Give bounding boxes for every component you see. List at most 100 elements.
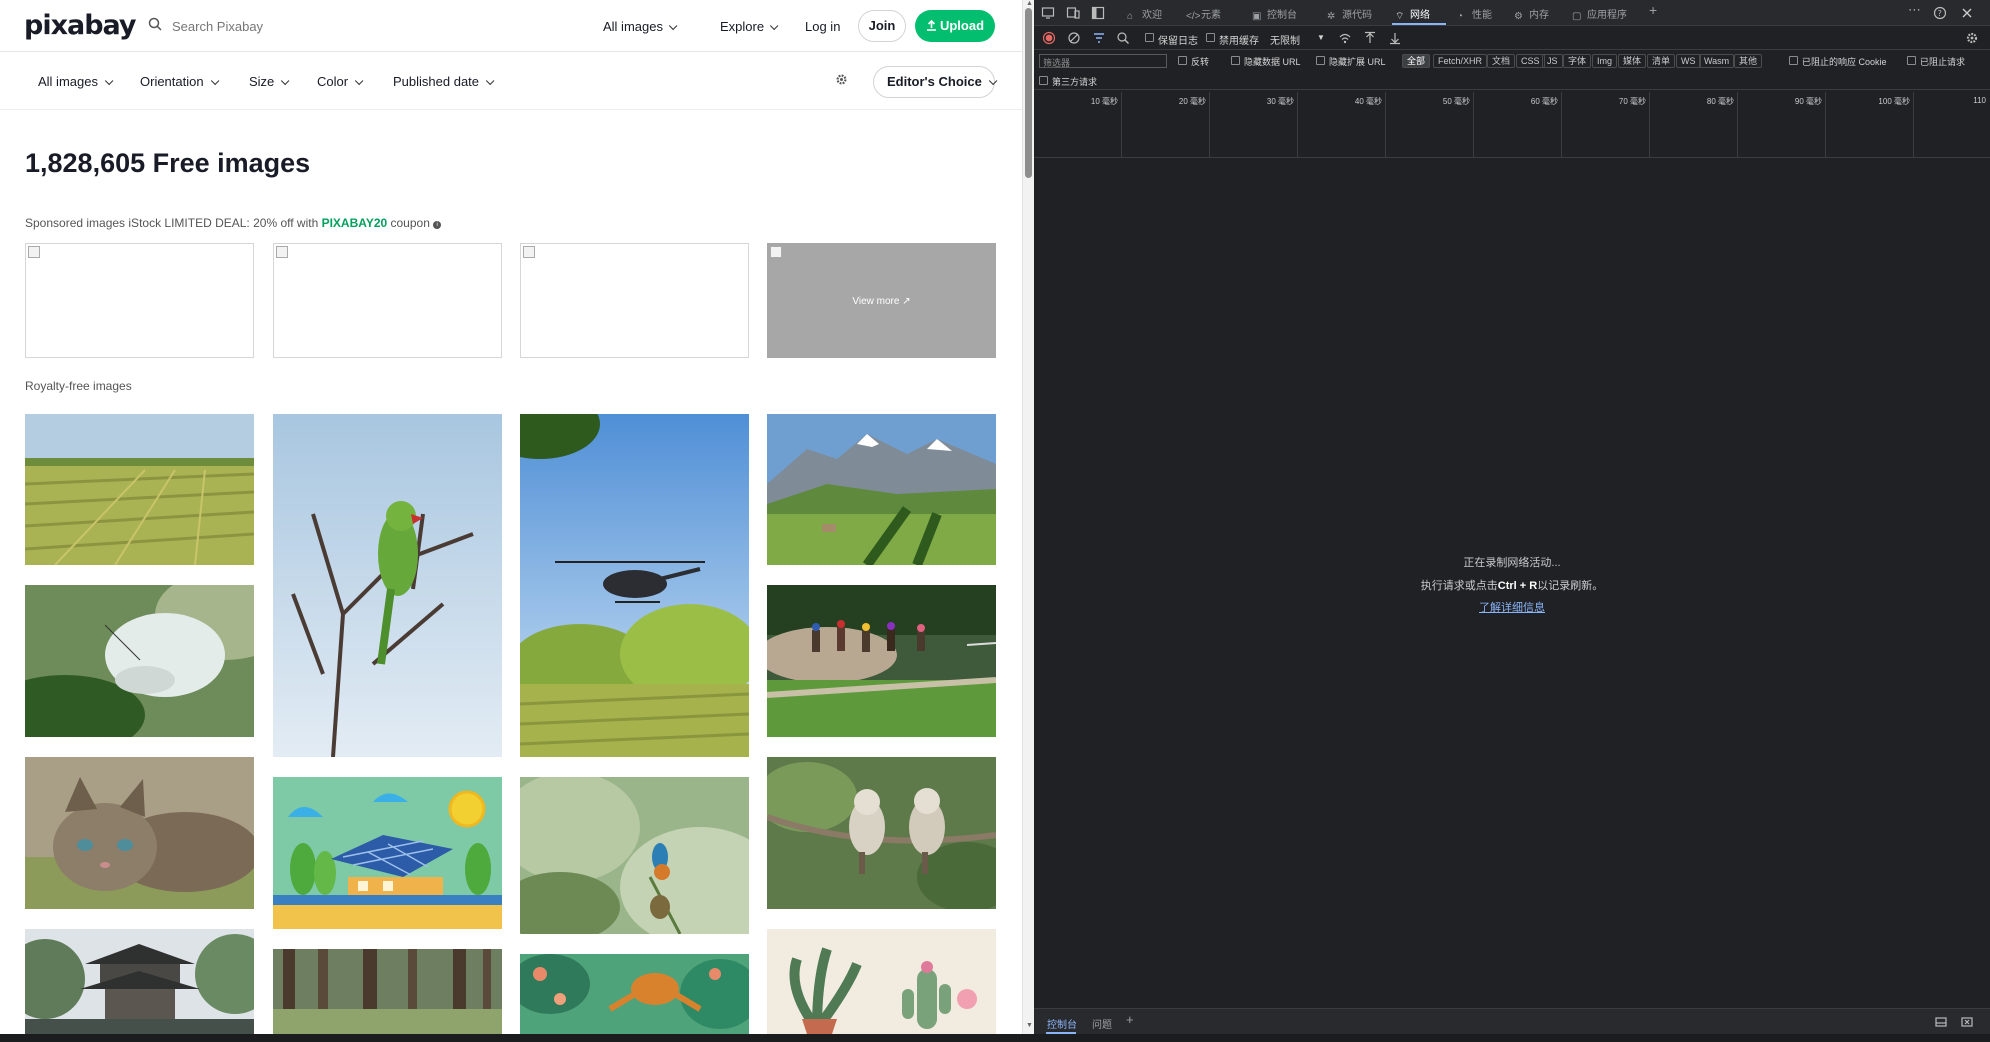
image-tile-kitten-lying[interactable] — [25, 757, 254, 909]
tab-memory[interactable]: ⚙ 内存 — [1514, 6, 1549, 22]
type-filter-wasm[interactable]: Wasm — [1699, 54, 1735, 68]
image-tile-kookaburras-on-rope[interactable] — [767, 757, 996, 909]
all-images-dropdown[interactable]: All images — [603, 19, 678, 34]
filter-label: Size — [249, 74, 275, 89]
close-drawer-icon[interactable] — [1960, 1015, 1974, 1029]
add-drawer-tab-icon[interactable]: + — [1126, 1012, 1134, 1027]
type-filter-img[interactable]: Img — [1592, 54, 1618, 68]
drawer-tab-issues[interactable]: 问题 — [1092, 1016, 1112, 1031]
type-filter-all[interactable]: 全部 — [1402, 54, 1431, 68]
image-tile-pagoda-garden[interactable] — [25, 929, 254, 1034]
image-tile-forest-trees[interactable] — [273, 949, 502, 1034]
device-toolbar-icon[interactable] — [1066, 6, 1080, 20]
inspect-element-icon[interactable] — [1041, 6, 1055, 20]
disable-cache-checkbox[interactable] — [1206, 33, 1215, 42]
export-har-icon[interactable] — [1388, 31, 1402, 45]
type-filter-other[interactable]: 其他 — [1734, 54, 1763, 68]
view-more-label: View more ↗ — [768, 296, 995, 307]
filter-orientation[interactable]: Orientation — [140, 74, 219, 89]
sponsored-image[interactable] — [273, 243, 502, 358]
filter-all-images[interactable]: All images — [38, 74, 114, 89]
join-button[interactable]: Join — [858, 10, 906, 42]
invert-checkbox[interactable] — [1178, 56, 1187, 65]
pixabay-logo[interactable]: pixabay — [24, 10, 137, 41]
type-filter-font[interactable]: 字体 — [1563, 54, 1592, 68]
login-link[interactable]: Log in — [805, 19, 840, 34]
chevron-down-icon — [104, 76, 114, 86]
sponsored-image[interactable] — [25, 243, 254, 358]
blocked-requests-checkbox[interactable] — [1907, 56, 1916, 65]
hide-extension-urls-checkbox[interactable] — [1316, 56, 1325, 65]
filter-size[interactable]: Size — [249, 74, 290, 89]
drawer-tab-console[interactable]: 控制台 — [1047, 1016, 1077, 1031]
image-tile-kingfisher-lotus[interactable] — [520, 777, 749, 934]
close-icon[interactable] — [1960, 6, 1974, 20]
hide-data-urls-checkbox[interactable] — [1231, 56, 1240, 65]
help-icon[interactable]: ? — [1933, 6, 1947, 20]
dock-side-icon[interactable] — [1091, 6, 1105, 20]
tab-welcome[interactable]: ⌂ 欢迎 — [1127, 6, 1162, 22]
code-icon: </> — [1186, 11, 1201, 22]
image-tile-parrot-on-branch[interactable] — [273, 414, 502, 757]
type-filter-ws[interactable]: WS — [1676, 54, 1701, 68]
coupon-code[interactable]: PIXABAY20 — [322, 216, 388, 230]
sponsored-image[interactable] — [520, 243, 749, 358]
throttling-dropdown-icon[interactable]: ▼ — [1317, 33, 1325, 42]
explore-dropdown[interactable]: Explore — [720, 19, 779, 34]
image-tile-solar-panel-house-illustration[interactable] — [273, 777, 502, 929]
import-har-icon[interactable] — [1363, 31, 1377, 45]
type-filter-css[interactable]: CSS — [1516, 54, 1545, 68]
third-party-checkbox[interactable] — [1039, 76, 1048, 85]
image-tile-frog-illustration[interactable] — [520, 954, 749, 1034]
network-conditions-icon[interactable] — [1338, 31, 1352, 45]
tab-performance[interactable]: ◔ 性能 — [1457, 6, 1492, 22]
search-icon[interactable] — [1116, 31, 1130, 45]
tab-sources[interactable]: ✲ 源代码 — [1327, 6, 1372, 22]
search-placeholder[interactable]: Search Pixabay — [172, 19, 263, 34]
image-tile-white-butterfly[interactable] — [25, 585, 254, 737]
tab-application[interactable]: ▢ 应用程序 — [1572, 6, 1627, 22]
image-tile-plants-cactus-illustration[interactable] — [767, 929, 996, 1034]
filter-input[interactable]: 筛选器 — [1039, 54, 1167, 68]
gear-icon[interactable] — [835, 73, 848, 86]
info-icon[interactable]: i — [433, 221, 442, 229]
network-overview-timeline[interactable]: 10 毫秒 20 毫秒 30 毫秒 40 毫秒 50 毫秒 60 毫秒 70 毫… — [1034, 92, 1990, 158]
type-filter-fetch-xhr[interactable]: Fetch/XHR — [1433, 54, 1488, 68]
record-icon[interactable] — [1042, 31, 1056, 45]
filter-color[interactable]: Color — [317, 74, 364, 89]
image-tile-farm-field[interactable] — [25, 414, 254, 565]
type-filter-doc[interactable]: 文档 — [1487, 54, 1516, 68]
filter-published-date[interactable]: Published date — [393, 74, 495, 89]
type-filter-manifest[interactable]: 清单 — [1647, 54, 1676, 68]
search-bar[interactable]: Search Pixabay — [146, 14, 586, 38]
clear-icon[interactable] — [1067, 31, 1081, 45]
broken-image-icon — [523, 246, 535, 258]
dock-drawer-icon[interactable] — [1934, 1015, 1948, 1029]
tab-console[interactable]: ▣ 控制台 — [1252, 6, 1297, 22]
upload-button[interactable]: Upload — [915, 10, 995, 42]
type-filter-js[interactable]: JS — [1542, 54, 1563, 68]
network-settings-gear-icon[interactable] — [1965, 31, 1979, 45]
scroll-down-arrow-icon[interactable]: ▼ — [1026, 1022, 1033, 1029]
tab-label: 内存 — [1529, 10, 1549, 21]
image-tile-mountain-valley[interactable] — [767, 414, 996, 565]
image-tile-horse-race[interactable] — [767, 585, 996, 737]
page-scrollbar[interactable]: ▲ ▼ — [1022, 0, 1034, 1034]
timeline-tick-label: 20 毫秒 — [1178, 97, 1206, 106]
view-more-tile[interactable]: View more ↗ — [767, 243, 996, 358]
tab-network[interactable]: ⌔ 网络 — [1395, 6, 1430, 22]
blocked-cookies-checkbox[interactable] — [1789, 56, 1798, 65]
preserve-log-checkbox[interactable] — [1145, 33, 1154, 42]
filter-icon[interactable] — [1092, 31, 1106, 45]
image-tile-helicopter-over-meadow[interactable] — [520, 414, 749, 757]
throttling-select[interactable]: 无限制 — [1270, 32, 1300, 47]
more-options-icon[interactable]: ⋯ — [1908, 2, 1921, 18]
scrollbar-thumb[interactable] — [1025, 8, 1032, 178]
tab-elements[interactable]: </>元素 — [1186, 6, 1221, 22]
learn-more-link[interactable]: 了解详细信息 — [1479, 602, 1545, 614]
scroll-up-arrow-icon[interactable]: ▲ — [1026, 0, 1033, 7]
editors-choice-button[interactable]: Editor's Choice — [873, 66, 998, 98]
timeline-tick-label: 40 毫秒 — [1354, 97, 1382, 106]
add-tab-icon[interactable]: + — [1649, 2, 1657, 18]
type-filter-media[interactable]: 媒体 — [1618, 54, 1647, 68]
